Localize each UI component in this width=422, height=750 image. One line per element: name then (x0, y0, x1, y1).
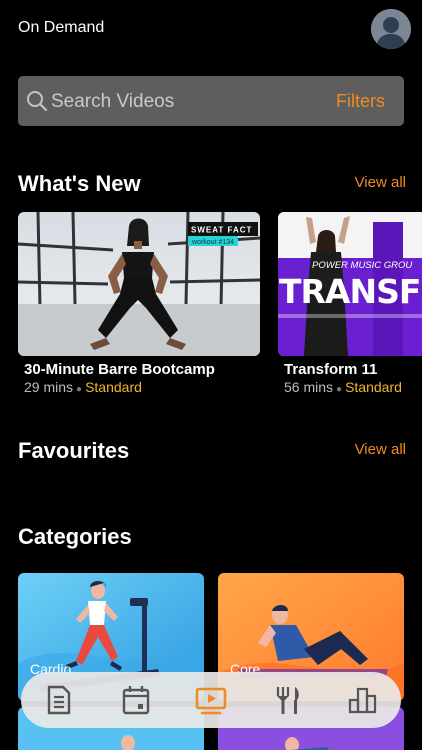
top-bar: On Demand (0, 0, 422, 60)
bar-chart-icon[interactable] (345, 684, 381, 716)
video-level: Standard (345, 379, 402, 395)
video-duration: 29 mins (24, 379, 74, 395)
search-input[interactable]: Search Videos (51, 91, 174, 113)
favourites-heading: Favourites (18, 438, 130, 463)
video-title: Transform 11 (284, 361, 378, 378)
video-play-icon[interactable] (193, 684, 229, 716)
bottom-tab-bar (21, 672, 401, 728)
search-icon (26, 90, 48, 112)
categories-heading: Categories (18, 524, 132, 549)
video-level: Standard (85, 379, 142, 395)
video-thumbnail: SWEAT FACT workout #134 (18, 212, 260, 356)
video-thumbnail: POWER MUSIC GROU TRANSF (278, 212, 422, 356)
filters-button[interactable]: Filters (336, 91, 385, 112)
document-icon[interactable] (41, 684, 77, 716)
workout-tag-text: workout #134 (191, 239, 234, 246)
title-overlay-text: TRANSF (279, 272, 420, 311)
separator-dot-icon: ● (76, 384, 83, 395)
whats-new-heading: What's New (18, 171, 141, 196)
whats-new-view-all-link[interactable]: View all (355, 174, 406, 191)
search-bar[interactable]: Search Videos Filters (18, 76, 404, 126)
separator-dot-icon: ● (336, 384, 343, 395)
user-avatar-icon[interactable] (371, 9, 411, 49)
video-card-transform-11[interactable]: POWER MUSIC GROU TRANSF Transform 11 56 … (278, 212, 422, 402)
video-title: 30-Minute Barre Bootcamp (24, 361, 215, 378)
video-meta: 29 mins ● Standard (24, 379, 142, 395)
brand-overlay-text: SWEAT FACT (191, 226, 252, 235)
calendar-icon[interactable] (118, 684, 154, 716)
video-duration: 56 mins (284, 379, 334, 395)
video-card-barre-bootcamp[interactable]: SWEAT FACT workout #134 30-Minute Barre … (18, 212, 260, 402)
fork-knife-icon[interactable] (269, 684, 305, 716)
video-meta: 56 mins ● Standard (284, 379, 402, 395)
favourites-view-all-link[interactable]: View all (355, 441, 406, 458)
page-title: On Demand (18, 19, 105, 36)
brand-overlay-text: POWER MUSIC GROU (312, 260, 412, 271)
